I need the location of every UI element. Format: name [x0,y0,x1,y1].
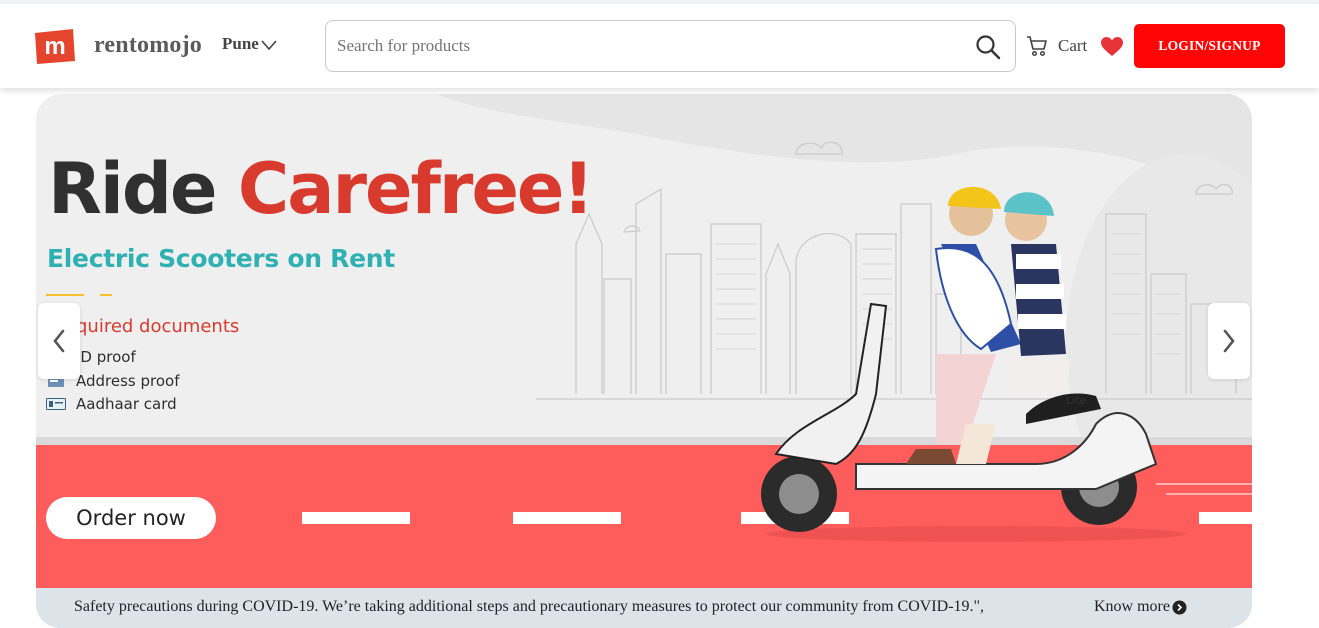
cart-icon [1027,36,1047,57]
city-label: Pune [222,34,259,53]
site-header: m rentomojo Pune Cart LOGIN/SIGNUP [0,4,1319,88]
covid-notice-bar: Safety precautions during COVID-19. We’r… [36,588,1252,628]
chevron-down-icon [261,40,277,51]
headline-dark: Ride [48,148,217,230]
document-item: ID proof [76,348,136,366]
carousel-next-button[interactable] [1208,303,1250,379]
heart-icon[interactable] [1101,37,1123,57]
city-selector[interactable]: Pune [222,34,277,54]
search-icon[interactable] [975,34,1001,60]
search-input[interactable] [337,31,957,61]
order-now-button[interactable]: Order now [46,497,216,539]
login-signup-button[interactable]: LOGIN/SIGNUP [1134,24,1285,68]
subheadline: Electric Scooters on Rent [47,244,395,273]
carousel-prev-button[interactable] [38,303,80,379]
chevron-left-icon [53,329,65,353]
know-more-link[interactable]: Know more [1094,598,1187,616]
aadhaar-card-icon [46,398,66,410]
cart-label: Cart [1058,36,1088,55]
chevron-right-icon [1223,329,1235,353]
scooter-badge: Lite [1066,394,1086,407]
logo-icon[interactable]: m [33,27,77,65]
cart-button[interactable]: Cart [1026,35,1087,57]
accent-line-short [100,294,112,296]
document-item: Aadhaar card [76,395,177,413]
logo-letter: m [44,33,65,60]
accent-line [46,294,84,296]
notice-text: Safety precautions during COVID-19. We’r… [74,598,985,615]
hero-banner[interactable]: Lite Ride Carefree! Electric Scooters on… [36,94,1252,590]
document-item: Address proof [76,372,180,390]
headline: Ride Carefree! [48,154,594,224]
documents-title: quired documents [76,316,240,337]
headline-red: Carefree! [237,148,594,230]
brand-name[interactable]: rentomojo [94,32,202,59]
know-more-label: Know more [1094,598,1170,615]
arrow-circle-icon [1172,600,1187,614]
search-box [325,20,1016,72]
